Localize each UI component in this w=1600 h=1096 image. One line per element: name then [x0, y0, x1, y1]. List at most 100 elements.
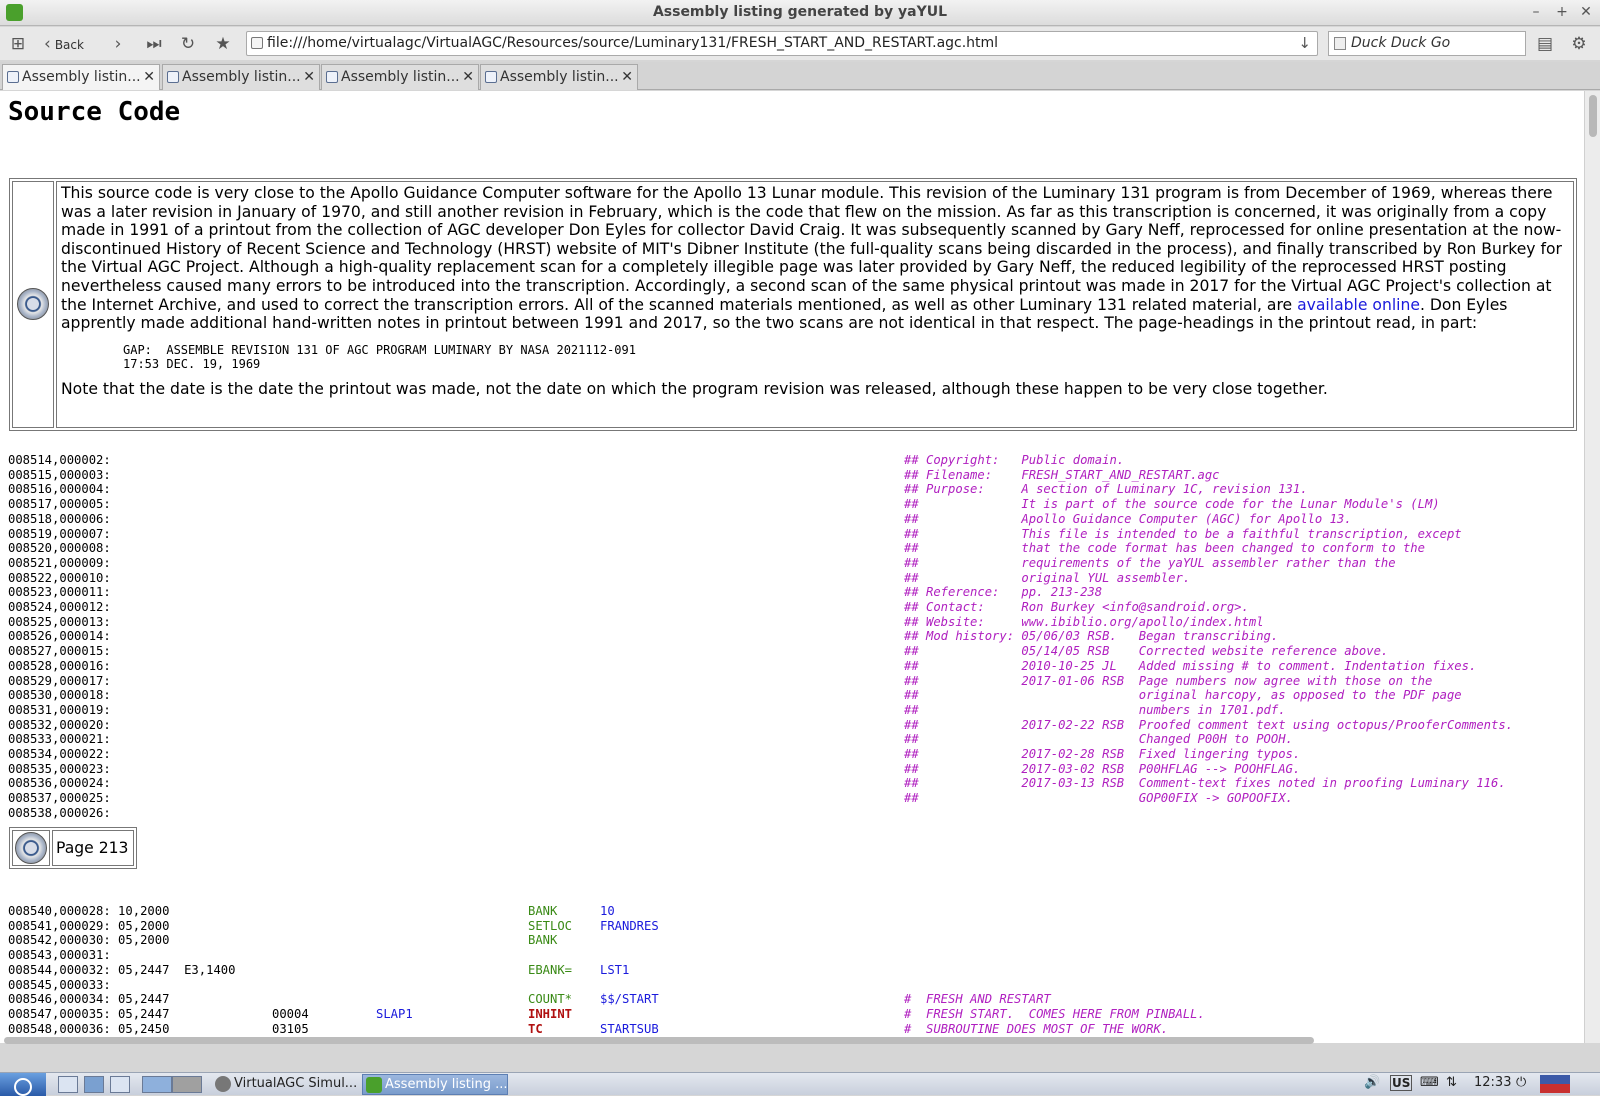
scroll-thumb[interactable]	[1589, 95, 1597, 137]
code-operands: 10 FRANDRES LST1 $$/START STARTSUB	[600, 904, 659, 1036]
start-menu-button[interactable]	[0, 1073, 46, 1096]
code-opcodes: BANK SETLOC BANK EBANK= COUNT* INHINT TC	[528, 904, 572, 1036]
opcode: BANK	[528, 933, 558, 948]
tab-4[interactable]: Assembly listin... ✕	[480, 64, 638, 90]
virtualagc-icon	[215, 1076, 231, 1092]
search-engine-icon	[1334, 37, 1346, 50]
operand: LST1	[600, 962, 630, 977]
opcode: SETLOC	[528, 918, 573, 933]
tab-page-icon	[485, 71, 497, 83]
skip-forward-button[interactable]: ⏭	[142, 32, 166, 56]
tab-label: Assembly listin...	[22, 69, 141, 85]
tab-close-icon[interactable]: ✕	[303, 65, 315, 89]
volume-icon[interactable]: 🔊	[1364, 1075, 1380, 1090]
bookmark-star-icon: ★	[215, 34, 231, 54]
maximize-button[interactable]: +	[1552, 2, 1572, 22]
code-comments: # FRESH AND RESTART # FRESH START. COMES…	[904, 992, 1205, 1036]
tab-1[interactable]: Assembly listin... ✕	[2, 64, 160, 90]
operand	[600, 1007, 659, 1022]
new-tab-button[interactable]: ⊞	[6, 32, 30, 56]
tab-bar: Assembly listin... ✕ Assembly listin... …	[0, 62, 1600, 90]
clock[interactable]: 12:33	[1474, 1075, 1511, 1090]
note-paragraph: This source code is very close to the Ap…	[61, 184, 1569, 333]
opcode: COUNT*	[528, 992, 573, 1007]
keyboard-icon[interactable]: ⌨	[1420, 1075, 1439, 1090]
title-bar: Assembly listing generated by yaYUL – + …	[0, 0, 1600, 26]
settings-button[interactable]: ⚙	[1568, 32, 1590, 56]
navigation-bar: ⊞ ‹ Back › ⏭ ↻ ★ file:///home/virtualagc/…	[0, 27, 1600, 60]
keyboard-layout[interactable]: US	[1390, 1075, 1413, 1091]
search-field[interactable]: Duck Duck Go	[1328, 31, 1526, 56]
download-arrow-icon[interactable]: ↓	[1298, 32, 1311, 55]
page-content: Source Code This source code is very clo…	[0, 91, 1584, 1043]
opcode	[528, 978, 572, 993]
source-note-text: This source code is very close to the Ap…	[56, 181, 1574, 428]
back-button[interactable]: ‹ Back	[44, 32, 100, 56]
task-label: Assembly listing ...	[385, 1077, 508, 1092]
tab-close-icon[interactable]: ✕	[462, 65, 474, 89]
close-window-button[interactable]: ✕	[1576, 2, 1596, 22]
page-number: Page 213	[52, 830, 134, 866]
downloads-button[interactable]: ▤	[1534, 32, 1556, 56]
tab-close-icon[interactable]: ✕	[143, 65, 155, 89]
tab-2[interactable]: Assembly listin... ✕	[162, 64, 320, 90]
tab-label: Assembly listin...	[341, 69, 460, 85]
code-labels: SLAP1	[376, 1006, 413, 1021]
task-label: VirtualAGC Simul...	[234, 1076, 358, 1091]
operand: FRANDRES	[600, 918, 659, 933]
operand	[600, 948, 659, 963]
operand	[600, 933, 659, 948]
opcode: EBANK=	[528, 962, 573, 977]
show-desktop-icon[interactable]	[58, 1076, 78, 1093]
note-paragraph-2: Note that the date is the date the print…	[61, 379, 1328, 398]
workspace-1-icon[interactable]	[142, 1076, 172, 1093]
browser-icon	[366, 1077, 382, 1093]
operand: 10	[600, 904, 615, 918]
operand: $$/START	[600, 992, 659, 1007]
power-icon[interactable]: ⏻	[1516, 1075, 1526, 1090]
terminal-icon[interactable]	[110, 1076, 130, 1093]
network-icon[interactable]: ⇅	[1446, 1075, 1457, 1090]
note-text-a: This source code is very close to the Ap…	[61, 184, 1562, 314]
tab-close-icon[interactable]: ✕	[621, 65, 633, 89]
workspace-2-icon[interactable]	[172, 1076, 202, 1093]
task-assembly-listing[interactable]: Assembly listing ...	[362, 1074, 508, 1095]
page-heading-quote: GAP: ASSEMBLE REVISION 131 OF AGC PROGRA…	[123, 342, 636, 372]
url-text: file:///home/virtualagc/VirtualAGC/Resou…	[267, 35, 999, 51]
downloads-icon: ▤	[1536, 34, 1554, 54]
seal-cell	[12, 830, 50, 866]
horizontal-scrollbar[interactable]	[0, 1036, 1584, 1044]
operand: STARTSUB	[600, 1021, 659, 1036]
gear-icon: ⚙	[1571, 34, 1587, 54]
opcode: BANK	[528, 904, 558, 918]
file-manager-icon[interactable]	[84, 1076, 104, 1093]
minimize-button[interactable]: –	[1526, 2, 1546, 22]
back-arrow-icon: ‹	[44, 34, 51, 54]
header-line-numbers: 008514,000002: 008515,000003: 008516,000…	[8, 453, 111, 820]
page-heading: Source Code	[8, 97, 181, 127]
window-title: Assembly listing generated by yaYUL	[652, 4, 948, 20]
page-favicon-icon	[251, 37, 263, 49]
page-marker: Page 213	[9, 827, 137, 869]
scroll-thumb[interactable]	[4, 1037, 1314, 1044]
tab-page-icon	[167, 71, 179, 83]
reload-button[interactable]: ↻	[176, 32, 200, 56]
tab-page-icon	[7, 71, 19, 83]
available-online-link[interactable]: available online	[1297, 296, 1420, 314]
flag-icon[interactable]	[1540, 1075, 1570, 1093]
tab-label: Assembly listin...	[500, 69, 619, 85]
bookmark-button[interactable]: ★	[210, 32, 236, 56]
apollo-seal-icon	[17, 288, 49, 320]
tab-page-icon	[326, 71, 338, 83]
forward-button[interactable]: ›	[106, 32, 130, 56]
opcode: TC	[528, 1021, 543, 1036]
seal-cell	[12, 181, 54, 428]
vertical-scrollbar[interactable]	[1584, 91, 1600, 1043]
source-note-box: This source code is very close to the Ap…	[9, 178, 1577, 431]
url-field[interactable]: file:///home/virtualagc/VirtualAGC/Resou…	[246, 31, 1318, 56]
new-tab-icon: ⊞	[10, 34, 26, 54]
forward-arrow-icon: ›	[114, 34, 122, 54]
code-addresses: 008540,000028: 10,2000 008541,000029: 05…	[8, 904, 236, 1036]
task-virtualagc[interactable]: VirtualAGC Simul...	[212, 1074, 358, 1095]
tab-3[interactable]: Assembly listin... ✕	[321, 64, 479, 90]
